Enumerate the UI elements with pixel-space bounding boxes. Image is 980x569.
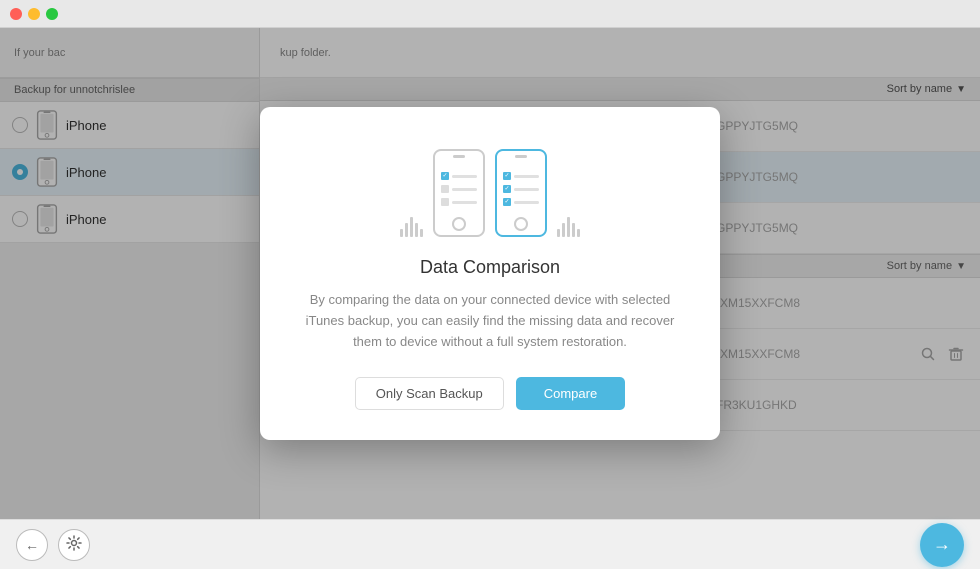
title-bar	[0, 0, 980, 28]
line-bar	[514, 188, 539, 191]
settings-icon	[66, 535, 82, 554]
signal-wave-left	[400, 207, 423, 237]
check-box-empty	[441, 198, 449, 206]
wave-bar	[410, 217, 413, 237]
wave-bar	[572, 223, 575, 237]
settings-button[interactable]	[58, 529, 90, 561]
maximize-button[interactable]	[46, 8, 58, 20]
data-comparison-modal: ✓ ✓ ✓	[260, 107, 720, 439]
phone-mockup-left: ✓	[433, 149, 485, 237]
check-line: ✓	[503, 172, 539, 180]
wave-bar	[420, 229, 423, 237]
back-button[interactable]: ←	[16, 529, 48, 561]
scan-backup-only-button[interactable]: Only Scan Backup	[355, 377, 504, 410]
check-line: ✓	[503, 198, 539, 206]
signal-wave-right	[557, 207, 580, 237]
next-icon: →	[933, 534, 951, 555]
minimize-button[interactable]	[28, 8, 40, 20]
wave-bar	[567, 217, 570, 237]
wave-bar	[577, 229, 580, 237]
next-button[interactable]: →	[920, 523, 964, 567]
check-line: ✓	[503, 185, 539, 193]
line-bar	[514, 175, 539, 178]
back-icon: ←	[25, 537, 39, 553]
modal-description: By comparing the data on your connected …	[300, 290, 680, 352]
line-bar	[452, 188, 477, 191]
close-button[interactable]	[10, 8, 22, 20]
check-line	[441, 198, 477, 206]
check-line: ✓	[441, 172, 477, 180]
bottom-left-buttons: ←	[16, 529, 90, 561]
bottom-bar: ← →	[0, 519, 980, 569]
check-box: ✓	[441, 172, 449, 180]
line-bar	[452, 175, 477, 178]
modal-actions: Only Scan Backup Compare	[300, 377, 680, 410]
line-bar	[452, 201, 477, 204]
line-bar	[514, 201, 539, 204]
modal-illustration: ✓ ✓ ✓	[300, 137, 680, 237]
wave-bar	[562, 223, 565, 237]
traffic-lights	[10, 8, 58, 20]
check-line	[441, 185, 477, 193]
wave-bar	[405, 223, 408, 237]
wave-bar	[415, 223, 418, 237]
check-box-empty	[441, 185, 449, 193]
compare-button[interactable]: Compare	[516, 377, 625, 410]
check-box: ✓	[503, 198, 511, 206]
wave-bar	[400, 229, 403, 237]
check-box: ✓	[503, 185, 511, 193]
modal-title: Data Comparison	[300, 257, 680, 278]
check-box: ✓	[503, 172, 511, 180]
wave-bar	[557, 229, 560, 237]
phone-mockup-right: ✓ ✓ ✓	[495, 149, 547, 237]
modal-overlay: ✓ ✓ ✓	[0, 28, 980, 519]
